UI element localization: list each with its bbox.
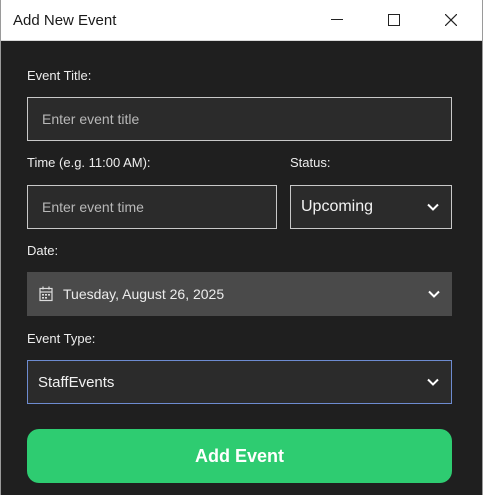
- event-title-label: Event Title:: [27, 68, 92, 83]
- chevron-down-icon: [427, 378, 439, 386]
- event-title-placeholder: Enter event title: [42, 111, 140, 127]
- close-icon: [445, 14, 457, 26]
- minimize-icon: [331, 19, 343, 20]
- calendar-icon: [39, 286, 53, 302]
- add-event-window: Add New Event Event Title: Enter event t…: [0, 0, 483, 495]
- form-body: Event Title: Enter event title Time (e.g…: [1, 41, 482, 495]
- chevron-down-icon: [427, 203, 439, 211]
- status-label: Status:: [290, 155, 331, 170]
- status-select[interactable]: Upcoming: [290, 185, 452, 229]
- close-button[interactable]: [422, 0, 480, 40]
- event-title-input[interactable]: Enter event title: [27, 97, 452, 141]
- add-event-label: Add Event: [194, 445, 284, 466]
- add-event-button[interactable]: Add Event: [27, 429, 452, 483]
- maximize-button[interactable]: [365, 0, 423, 40]
- maximize-icon: [388, 14, 400, 26]
- date-label: Date:: [27, 243, 59, 258]
- date-value: Tuesday, August 26, 2025: [63, 286, 225, 302]
- event-type-selected-value: StaffEvents: [38, 373, 115, 391]
- date-picker[interactable]: Tuesday, August 26, 2025: [27, 272, 452, 316]
- time-label: Time (e.g. 11:00 AM):: [27, 155, 151, 170]
- event-type-select[interactable]: StaffEvents: [27, 360, 452, 404]
- event-time-placeholder: Enter event time: [42, 199, 144, 215]
- chevron-down-icon: [428, 290, 440, 298]
- status-selected-value: Upcoming: [301, 198, 374, 215]
- minimize-button[interactable]: [308, 0, 366, 40]
- event-type-label: Event Type:: [27, 331, 96, 346]
- window-title: Add New Event: [13, 12, 117, 29]
- event-time-input[interactable]: Enter event time: [27, 185, 277, 229]
- title-bar: Add New Event: [1, 0, 482, 41]
